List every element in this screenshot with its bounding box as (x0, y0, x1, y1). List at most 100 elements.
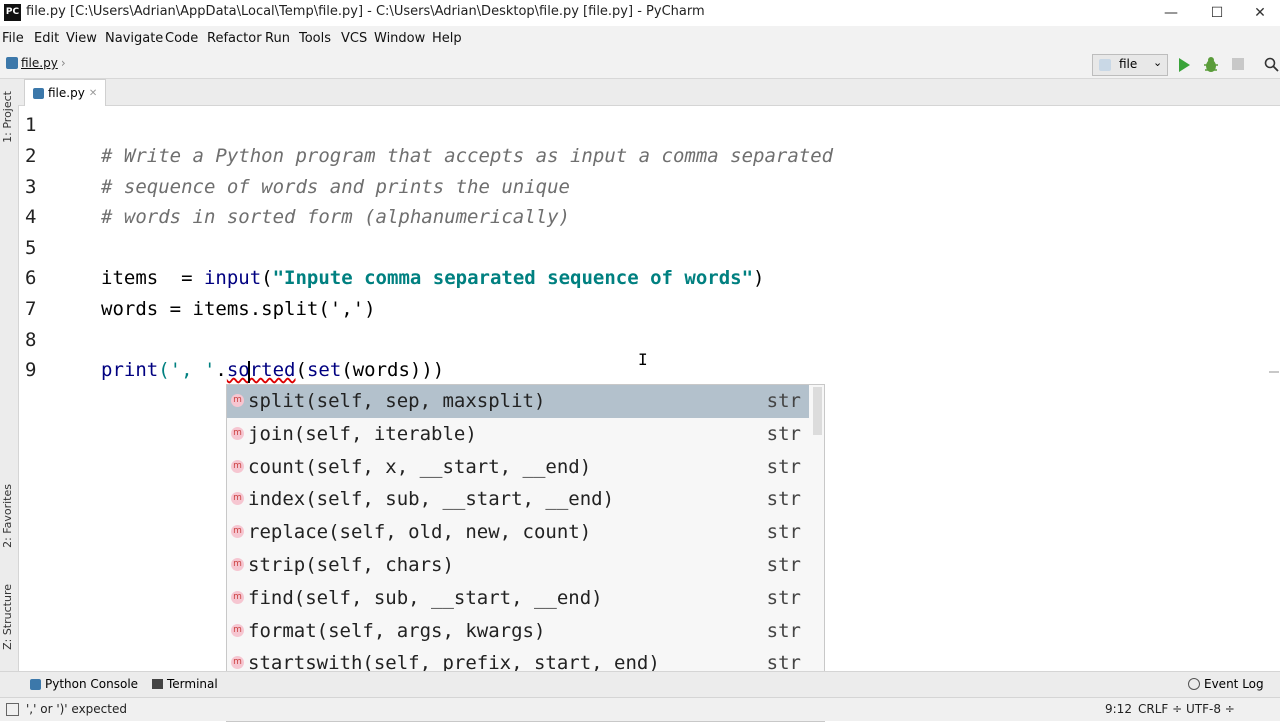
code-token: "Inpute comma separated sequence of word… (272, 267, 754, 289)
code-line-9: print(', '.sorted(set(words))) (101, 359, 444, 381)
maximize-button[interactable]: ☐ (1194, 0, 1240, 26)
completion-item[interactable]: m join(self, iterable) str (227, 418, 809, 451)
menu-code[interactable]: Code (165, 31, 198, 46)
method-icon: m (231, 558, 244, 571)
completion-signature: join(self, iterable) (248, 422, 477, 445)
terminal-label: Terminal (167, 677, 218, 691)
run-configuration-select[interactable]: file ⌄ (1092, 54, 1168, 76)
completion-type: str (766, 455, 801, 478)
menu-run[interactable]: Run (265, 31, 290, 46)
comment-line: # words in sorted form (alphanumerically… (101, 206, 570, 228)
completion-signature: replace(self, old, new, count) (248, 521, 592, 544)
event-log-label: Event Log (1204, 677, 1264, 691)
search-icon[interactable] (1264, 57, 1279, 72)
debug-icon[interactable] (1203, 56, 1219, 73)
code-token: ( (261, 267, 273, 289)
file-encoding[interactable]: UTF-8 ÷ (1186, 702, 1235, 716)
completion-signature: strip(self, chars) (248, 554, 454, 576)
completion-type: str (766, 521, 801, 544)
method-icon: m (231, 394, 244, 407)
method-icon: m (231, 426, 244, 440)
completion-signature: count(self, x, __start, __end) (248, 455, 592, 478)
minimize-button[interactable]: — (1148, 0, 1194, 26)
line-number: 8 (25, 329, 37, 351)
toggle-tool-windows-icon[interactable] (6, 703, 19, 716)
status-message: ',' or ')' expected (26, 702, 127, 716)
mouse-ibeam-icon: I (638, 350, 648, 369)
run-config-label: file (1119, 57, 1138, 71)
comment-line: # sequence of words and prints the uniqu… (101, 176, 570, 198)
structure-tool-button[interactable]: Z: Structure (1, 584, 14, 650)
method-icon: m (231, 459, 244, 473)
method-icon: m (231, 590, 244, 604)
favorites-tool-button[interactable]: 2: Favorites (1, 484, 14, 548)
python-console-button[interactable]: Python Console (30, 677, 138, 691)
breadcrumb[interactable]: file.py › (6, 56, 66, 70)
code-token: input (203, 267, 262, 289)
tab-file-py[interactable]: file.py ✕ (24, 79, 107, 106)
completion-item[interactable]: m format(self, args, kwargs) str (227, 615, 809, 648)
caret-position[interactable]: 9:12 (1105, 702, 1132, 716)
code-token: (words))) (341, 359, 445, 381)
chevron-down-icon: ⌄ (1153, 56, 1163, 69)
terminal-button[interactable]: Terminal (152, 677, 218, 691)
completion-item[interactable]: m replace(self, old, new, count) str (227, 516, 809, 549)
tab-label: file.py (48, 86, 85, 100)
completion-signature: split(self, sep, maxsplit) (248, 390, 546, 412)
menu-help[interactable]: Help (432, 31, 462, 46)
completion-type: str (766, 586, 801, 609)
code-token: ( (295, 359, 307, 381)
completion-item[interactable]: m strip(self, chars) str (227, 549, 809, 582)
popup-scrollbar[interactable] (813, 387, 822, 435)
completion-item[interactable]: m find(self, sub, __start, __end) str (227, 582, 809, 615)
code-token: set (306, 359, 342, 381)
completion-type: str (766, 422, 801, 445)
close-button[interactable]: ✕ (1240, 0, 1280, 26)
error-stripe-mark (1269, 371, 1279, 373)
menu-window[interactable]: Window (374, 31, 425, 46)
code-line-7: words = items.split(',') (101, 298, 376, 320)
line-number: 3 (25, 176, 37, 198)
method-icon: m (231, 492, 244, 506)
line-number-gutter: 1 2 3 4 5 6 7 8 9 (19, 106, 91, 646)
python-console-label: Python Console (45, 677, 139, 691)
completion-signature: format(self, args, kwargs) (248, 619, 546, 642)
method-icon: m (231, 656, 244, 670)
event-log-button[interactable]: Event Log (1188, 677, 1264, 691)
close-tab-icon[interactable]: ✕ (89, 88, 97, 99)
completion-type: str (766, 554, 801, 576)
completion-item[interactable]: m split(self, sep, maxsplit) str (227, 385, 809, 418)
chevron-right-icon: › (60, 56, 66, 70)
code-token: print (101, 359, 159, 381)
code-token: items = (101, 267, 204, 289)
run-icon[interactable] (1177, 57, 1191, 73)
completion-signature: find(self, sub, __start, __end) (248, 586, 603, 609)
menu-navigate[interactable]: Navigate (105, 31, 163, 46)
completion-item[interactable]: m count(self, x, __start, __end) str (227, 451, 809, 484)
menu-tools[interactable]: Tools (299, 31, 331, 46)
title-bar: PC file.py [C:\Users\Adrian\AppData\Loca… (0, 0, 1280, 26)
bottom-tool-bar: Python Console Terminal Event Log (0, 671, 1280, 698)
line-separator[interactable]: CRLF ÷ (1138, 702, 1182, 716)
code-token: sorted (226, 359, 296, 381)
code-token: (', ' (158, 359, 216, 381)
menu-vcs[interactable]: VCS (341, 31, 367, 46)
line-number: 4 (25, 206, 37, 228)
completion-item[interactable]: m index(self, sub, __start, __end) str (227, 483, 809, 516)
code-token: . (215, 359, 227, 381)
event-log-icon (1188, 678, 1200, 690)
menu-view[interactable]: View (66, 31, 97, 46)
text-cursor (248, 361, 250, 383)
line-number: 9 (25, 359, 37, 381)
stop-icon[interactable] (1232, 58, 1244, 70)
menu-edit[interactable]: Edit (34, 31, 59, 46)
comment-line: # Write a Python program that accepts as… (101, 145, 834, 167)
code-token: ) (753, 267, 765, 289)
completion-signature: index(self, sub, __start, __end) (248, 488, 615, 511)
editor-tabs: file.py ✕ (18, 79, 1280, 106)
menu-file[interactable]: File (2, 31, 24, 46)
navigation-bar: file.py › file ⌄ (0, 52, 1280, 79)
menu-refactor[interactable]: Refactor (207, 31, 262, 46)
python-file-icon (1099, 59, 1111, 71)
project-tool-button[interactable]: 1: Project (1, 91, 14, 143)
